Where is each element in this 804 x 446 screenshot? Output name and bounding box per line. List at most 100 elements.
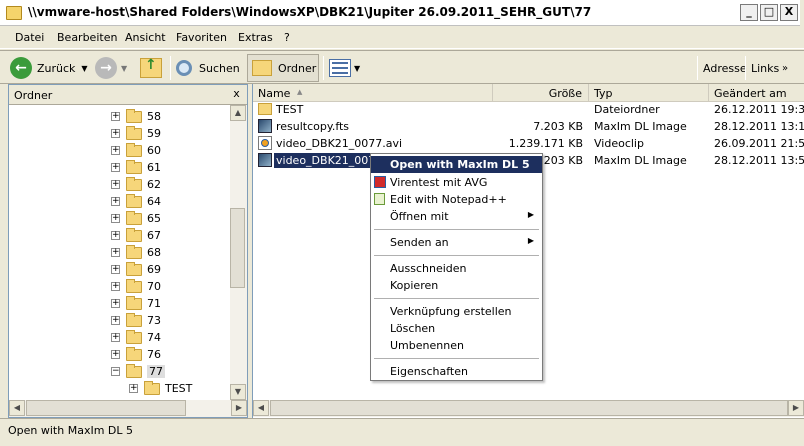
tree-item-label: 76 [147,348,161,361]
scroll-left-icon[interactable]: ◀ [253,400,269,416]
up-folder-icon: ↑ [140,57,162,78]
tree-item[interactable]: +59 [111,125,161,142]
menu-item-umbenennen[interactable]: Umbenennen [371,337,542,354]
avg-icon [374,176,386,188]
expand-icon[interactable]: + [111,265,120,274]
toolbar-divider [170,56,171,80]
scrollbar-thumb[interactable] [230,208,245,288]
maximize-button[interactable]: □ [760,4,778,21]
folder-icon [126,295,142,310]
scrollbar-thumb[interactable] [270,400,788,416]
menu-item-notepad[interactable]: Edit with Notepad++ [371,191,542,208]
menu-item-kopieren[interactable]: Kopieren [371,277,542,294]
tree-item[interactable]: +62 [111,176,161,193]
submenu-arrow-icon: ▶ [527,210,534,219]
tree-item[interactable]: +68 [111,244,161,261]
tree-item-label: 58 [147,110,161,123]
tree-item[interactable]: +70 [111,278,161,295]
menu-extras[interactable]: Extras [238,31,273,44]
menu-item-loeschen[interactable]: Löschen [371,320,542,337]
expand-icon[interactable]: + [111,248,120,257]
expand-icon[interactable]: + [111,214,120,223]
file-row[interactable]: video_DBK21_0077.avi 1.239.171 KB Videoc… [253,135,804,152]
expand-icon[interactable]: + [111,180,120,189]
tree-item[interactable]: +60 [111,142,161,159]
tree-item[interactable]: +58 [111,108,161,125]
menu-item-open-with-maxim[interactable]: Open with MaxIm DL 5 [371,156,542,173]
menu-item-verknuepfung[interactable]: Verknüpfung erstellen [371,303,542,320]
file-list-horizontal-scrollbar[interactable]: ◀ ▶ [253,400,804,417]
views-button[interactable]: ▼ [329,54,360,82]
scroll-right-icon[interactable]: ▶ [231,400,247,416]
tree-item[interactable]: +73 [111,312,161,329]
address-label[interactable]: Adresse [703,54,747,82]
tree-item[interactable]: +71 [111,295,161,312]
expand-icon[interactable]: + [111,129,120,138]
expand-icon[interactable]: + [111,316,120,325]
close-pane-button[interactable]: x [230,88,243,101]
tree-item-label: 69 [147,263,161,276]
tree-item[interactable]: +69 [111,261,161,278]
menu-item-eigenschaften[interactable]: Eigenschaften [371,363,542,380]
scroll-left-icon[interactable]: ◀ [9,400,25,416]
expand-icon[interactable]: + [111,333,120,342]
tree-item[interactable]: +76 [111,346,161,363]
menu-bearbeiten[interactable]: Bearbeiten [57,31,117,44]
tree-item[interactable]: +65 [111,210,161,227]
scroll-right-icon[interactable]: ▶ [788,400,804,416]
menu-favoriten[interactable]: Favoriten [176,31,227,44]
up-folder-button[interactable]: ↑ [140,54,162,82]
tree-item[interactable]: +61 [111,159,161,176]
minimize-button[interactable]: _ [740,4,758,21]
toolbar: ← Zurück ▼ → ▼ ↑ Suchen Ordner ▼ Adresse… [0,50,804,84]
expand-icon[interactable]: + [111,197,120,206]
search-button[interactable]: Suchen [176,54,240,82]
expand-icon[interactable]: + [111,231,120,240]
menu-help[interactable]: ? [284,31,290,44]
scrollbar-thumb[interactable] [26,400,186,416]
scroll-up-icon[interactable]: ▲ [230,105,246,121]
menu-ansicht[interactable]: Ansicht [125,31,166,44]
expand-icon[interactable]: + [111,146,120,155]
tree-item-label: 73 [147,314,161,327]
tree-item-label: TEST [165,382,193,395]
expand-icon[interactable]: + [111,163,120,172]
menu-item-ausschneiden[interactable]: Ausschneiden [371,260,542,277]
scroll-down-icon[interactable]: ▼ [230,384,246,400]
file-row[interactable]: resultcopy.fts 7.203 KB MaxIm DL Image 2… [253,118,804,135]
column-header-size[interactable]: Größe [493,84,589,102]
expand-icon[interactable]: + [111,299,120,308]
menu-bar: Datei Bearbeiten Ansicht Favoriten Extra… [0,27,804,71]
chevrons-icon[interactable]: » [782,54,788,82]
file-row[interactable]: TEST Dateiordner 26.12.2011 19:36 [253,101,804,118]
tree-horizontal-scrollbar[interactable]: ◀ ▶ [9,400,247,417]
close-button[interactable]: X [780,4,798,21]
forward-button[interactable]: → ▼ [95,54,127,82]
tree-item[interactable]: + TEST [129,380,192,397]
expand-icon[interactable]: + [111,112,120,121]
expand-icon[interactable]: + [111,350,120,359]
collapse-icon[interactable]: − [111,367,120,376]
tree-vertical-scrollbar[interactable]: ▲ ▼ [230,105,247,400]
menu-item-senden-an[interactable]: Senden an ▶ [371,234,542,251]
expand-icon[interactable]: + [111,282,120,291]
menu-datei[interactable]: Datei [15,31,44,44]
tree-item-label: 67 [147,229,161,242]
tree-item-selected[interactable]: − 77 [111,363,165,380]
file-name: TEST [276,103,304,116]
status-bar: Open with MaxIm DL 5 [0,418,804,442]
tree-item-label: 74 [147,331,161,344]
tree-item[interactable]: +74 [111,329,161,346]
menu-item-oeffnen-mit[interactable]: Öffnen mit ▶ [371,208,542,225]
column-header-name[interactable]: Name ▲ [253,84,493,102]
file-name: resultcopy.fts [276,120,350,133]
tree-item[interactable]: +64 [111,193,161,210]
tree-item[interactable]: +67 [111,227,161,244]
links-label[interactable]: Links [751,54,779,82]
back-button[interactable]: ← Zurück ▼ [10,54,88,82]
folders-button[interactable]: Ordner [247,54,319,82]
expand-icon[interactable]: + [129,384,138,393]
column-header-type[interactable]: Typ [589,84,709,102]
column-header-modified[interactable]: Geändert am [709,84,804,102]
menu-item-virentest[interactable]: Virentest mit AVG [371,174,542,191]
